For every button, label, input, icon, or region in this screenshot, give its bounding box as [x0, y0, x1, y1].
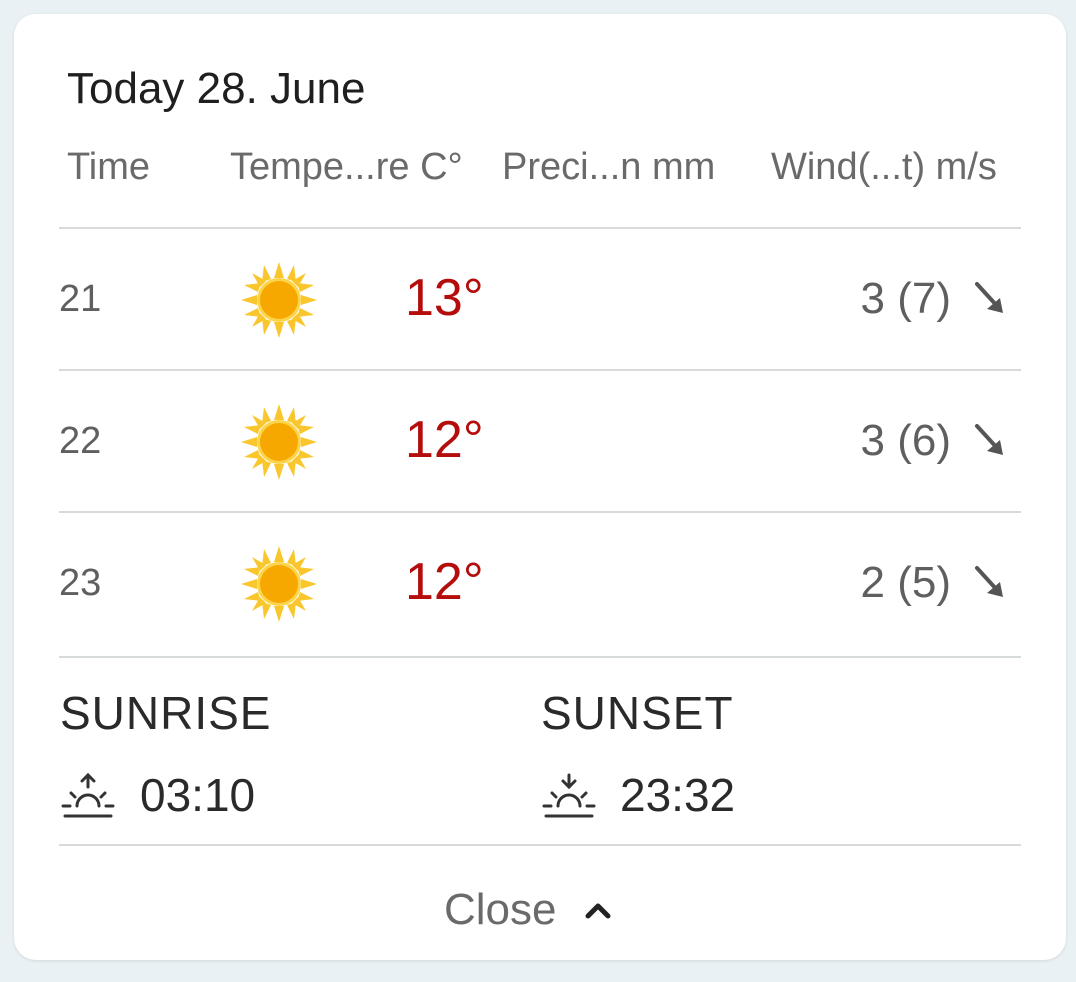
sun-icon: [241, 262, 317, 338]
sunrise-time: 03:10: [140, 769, 256, 821]
footer-divider: [59, 844, 1021, 846]
sunrise-icon: [61, 772, 115, 818]
sun-icon: [241, 404, 317, 480]
row-temperature: 12°: [405, 553, 484, 611]
sunset-label: SUNSET: [541, 687, 734, 739]
panel-title: Today 28. June: [67, 64, 366, 113]
row-divider: [59, 656, 1021, 658]
chevron-up-icon: [585, 903, 610, 919]
arrow-down-right-icon: [975, 282, 1003, 313]
forecast-row: 23 12° 2 (5): [59, 514, 1021, 654]
row-divider: [59, 369, 1021, 371]
column-header-temperature: Tempe...re C°: [230, 146, 463, 188]
sunset-time: 23:32: [620, 769, 736, 821]
forecast-row: 22 12° 3 (6): [59, 372, 1021, 512]
forecast-row: 21 13° 3 (7): [59, 230, 1021, 370]
row-time: 21: [59, 278, 102, 320]
close-label: Close: [444, 885, 557, 934]
row-divider: [59, 511, 1021, 513]
column-header-wind: Wind(...t) m/s: [771, 146, 997, 188]
arrow-down-right-icon: [975, 424, 1003, 455]
weather-forecast-panel: Today 28. June Time Tempe...re C° Preci.…: [14, 14, 1066, 960]
sunset-icon: [542, 773, 596, 818]
header-divider: [59, 227, 1021, 229]
sunrise-label: SUNRISE: [60, 687, 272, 739]
row-temperature: 13°: [405, 269, 484, 327]
row-wind: 2 (5): [860, 558, 951, 607]
row-wind: 3 (7): [860, 274, 951, 323]
close-button[interactable]: Close: [444, 880, 613, 940]
row-temperature: 12°: [405, 411, 484, 469]
row-time: 23: [59, 562, 102, 604]
row-wind: 3 (6): [860, 416, 951, 465]
arrow-down-right-icon: [975, 566, 1003, 597]
sun-icon: [241, 546, 317, 622]
column-header-precipitation: Preci...n mm: [502, 146, 716, 188]
column-header-time: Time: [67, 146, 151, 188]
row-time: 22: [59, 420, 102, 462]
